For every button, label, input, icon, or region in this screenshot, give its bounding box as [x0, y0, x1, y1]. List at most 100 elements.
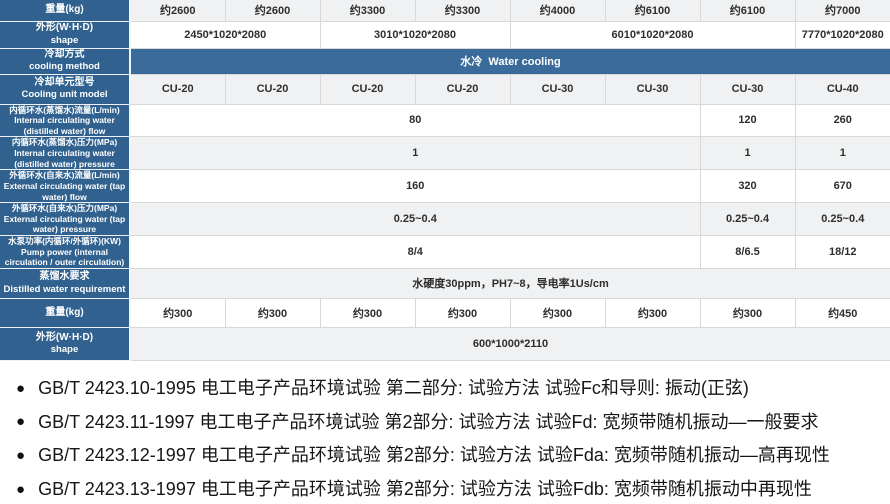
- table-cell: 3010*1020*2080: [320, 21, 510, 48]
- table-cell: 约300: [225, 298, 320, 327]
- row-label-zh: 蒸馏水要求: [2, 271, 127, 284]
- row-label-internal-water-flow: 内循环水(蒸馏水)流量(L/min) Internal circulating …: [0, 104, 130, 137]
- table-cell: 1: [795, 137, 890, 170]
- table-cell: 6010*1020*2080: [510, 21, 795, 48]
- standard-text: GB/T 2423.10-1995 电工电子产品环境试验 第二部分: 试验方法 …: [38, 378, 749, 399]
- table-cell: CU-20: [225, 74, 320, 104]
- table-cell: 约3300: [320, 0, 415, 21]
- row-label-en: Internal circulating water (distilled wa…: [2, 115, 127, 136]
- table-cell: CU-20: [130, 74, 225, 104]
- list-item: ● GB/T 2423.12-1997 电工电子产品环境试验 第2部分: 试验方…: [16, 445, 890, 466]
- row-label-unit-shape: 外形(W·H·D) shape: [0, 327, 130, 360]
- row-label-zh: 外形(W·H·D): [2, 22, 127, 35]
- row-label-distilled-water-requirement: 蒸馏水要求 Distilled water requirement: [0, 268, 130, 298]
- table-cell: 0.25~0.4: [700, 203, 795, 236]
- row-label-zh: 冷却单元型号: [2, 77, 127, 90]
- standards-list: ● GB/T 2423.10-1995 电工电子产品环境试验 第二部分: 试验方…: [0, 378, 890, 500]
- table-cell: 160: [130, 170, 700, 203]
- cooling-method-value: 水冷 Water cooling: [130, 48, 890, 74]
- table-cell: 2450*1020*2080: [130, 21, 320, 48]
- table-cell: 670: [795, 170, 890, 203]
- table-cell: CU-30: [605, 74, 700, 104]
- row-label-zh: 冷却方式: [2, 49, 127, 62]
- row-external-water-pressure: 外循环水(自来水)压力(MPa) External circulating wa…: [0, 203, 890, 236]
- table-cell: 约450: [795, 298, 890, 327]
- row-shape: 外形(W·H·D) shape 2450*1020*2080 3010*1020…: [0, 21, 890, 48]
- spec-table: 重量(kg) 约2600 约2600 约3300 约3300 约4000 约61…: [0, 0, 890, 361]
- table-cell: 80: [130, 104, 700, 137]
- row-label-pump-power: 水泵功率(内循环/外循环)(KW) Pump power (internal c…: [0, 236, 130, 269]
- table-cell: 0.25~0.4: [795, 203, 890, 236]
- row-label-en: shape: [2, 344, 127, 356]
- row-label-zh: 外循环水(自来水)流量(L/min): [2, 170, 127, 181]
- table-cell: 8/4: [130, 236, 700, 269]
- table-cell: 约2600: [225, 0, 320, 21]
- table-cell: 约6100: [605, 0, 700, 21]
- table-cell: 约300: [510, 298, 605, 327]
- row-pump-power: 水泵功率(内循环/外循环)(KW) Pump power (internal c…: [0, 236, 890, 269]
- row-label-weight: 重量(kg): [0, 0, 130, 21]
- row-label-en: Internal circulating water (distilled wa…: [2, 148, 127, 169]
- row-label-internal-water-pressure: 内循环水(蒸馏水)压力(MPa) Internal circulating wa…: [0, 137, 130, 170]
- row-internal-water-pressure: 内循环水(蒸馏水)压力(MPa) Internal circulating wa…: [0, 137, 890, 170]
- row-label-zh: 水泵功率(内循环/外循环)(KW): [2, 236, 127, 247]
- row-cooling-unit-model: 冷却单元型号 Cooling unit model CU-20 CU-20 CU…: [0, 74, 890, 104]
- table-cell: 约300: [320, 298, 415, 327]
- row-label-en: Cooling unit model: [2, 89, 127, 101]
- table-cell: CU-20: [415, 74, 510, 104]
- row-label-external-water-pressure: 外循环水(自来水)压力(MPa) External circulating wa…: [0, 203, 130, 236]
- row-label-en: External circulating water (tap water) p…: [2, 214, 127, 235]
- row-label-zh: 内循环水(蒸馏水)流量(L/min): [2, 105, 127, 116]
- row-weight: 重量(kg) 约2600 约2600 约3300 约3300 约4000 约61…: [0, 0, 890, 21]
- list-item: ● GB/T 2423.10-1995 电工电子产品环境试验 第二部分: 试验方…: [16, 378, 890, 399]
- table-cell: 约4000: [510, 0, 605, 21]
- standard-text: GB/T 2423.11-1997 电工电子产品环境试验 第2部分: 试验方法 …: [38, 412, 818, 433]
- bullet-icon: ●: [16, 447, 25, 464]
- table-cell: 120: [700, 104, 795, 137]
- row-label-en: External circulating water (tap water) f…: [2, 181, 127, 202]
- table-cell: 水硬度30ppm，PH7~8，导电率1Us/cm: [130, 268, 890, 298]
- table-cell: CU-20: [320, 74, 415, 104]
- table-cell: 0.25~0.4: [130, 203, 700, 236]
- bullet-icon: ●: [16, 413, 25, 430]
- table-cell: 320: [700, 170, 795, 203]
- table-cell: 1: [130, 137, 700, 170]
- list-item: ● GB/T 2423.13-1997 电工电子产品环境试验 第2部分: 试验方…: [16, 479, 890, 500]
- row-internal-water-flow: 内循环水(蒸馏水)流量(L/min) Internal circulating …: [0, 104, 890, 137]
- row-unit-weight: 重量(kg) 约300 约300 约300 约300 约300 约300 约30…: [0, 298, 890, 327]
- table-cell: 约7000: [795, 0, 890, 21]
- row-label-zh: 内循环水(蒸馏水)压力(MPa): [2, 137, 127, 148]
- bullet-icon: ●: [16, 481, 25, 498]
- row-label-shape: 外形(W·H·D) shape: [0, 21, 130, 48]
- table-cell: 8/6.5: [700, 236, 795, 269]
- row-label-cooling-method: 冷却方式 cooling method: [0, 48, 130, 74]
- table-cell: 7770*1020*2080: [795, 21, 890, 48]
- row-label-external-water-flow: 外循环水(自来水)流量(L/min) External circulating …: [0, 170, 130, 203]
- row-external-water-flow: 外循环水(自来水)流量(L/min) External circulating …: [0, 170, 890, 203]
- row-distilled-water-requirement: 蒸馏水要求 Distilled water requirement 水硬度30p…: [0, 268, 890, 298]
- row-label-en: shape: [2, 35, 127, 47]
- bullet-icon: ●: [16, 380, 25, 397]
- table-cell: CU-30: [700, 74, 795, 104]
- row-cooling-method: 冷却方式 cooling method 水冷 Water cooling: [0, 48, 890, 74]
- standard-text: GB/T 2423.13-1997 电工电子产品环境试验 第2部分: 试验方法 …: [38, 479, 812, 500]
- table-cell: CU-30: [510, 74, 605, 104]
- table-cell: CU-40: [795, 74, 890, 104]
- row-label-en: cooling method: [2, 61, 127, 73]
- list-item: ● GB/T 2423.11-1997 电工电子产品环境试验 第2部分: 试验方…: [16, 412, 890, 433]
- table-cell: 260: [795, 104, 890, 137]
- table-cell: 约300: [415, 298, 510, 327]
- table-cell: 约300: [605, 298, 700, 327]
- table-cell: 约300: [130, 298, 225, 327]
- row-label-en: Distilled water requirement: [2, 284, 127, 296]
- table-cell: 约3300: [415, 0, 510, 21]
- row-label-zh: 外循环水(自来水)压力(MPa): [2, 203, 127, 214]
- row-label-en: Pump power (internal circulation / outer…: [2, 247, 127, 268]
- table-cell: 600*1000*2110: [130, 327, 890, 360]
- table-cell: 约2600: [130, 0, 225, 21]
- row-label-unit-weight: 重量(kg): [0, 298, 130, 327]
- table-cell: 约6100: [700, 0, 795, 21]
- table-cell: 18/12: [795, 236, 890, 269]
- row-label-zh: 重量(kg): [2, 307, 127, 320]
- row-label-zh: 重量(kg): [2, 4, 127, 17]
